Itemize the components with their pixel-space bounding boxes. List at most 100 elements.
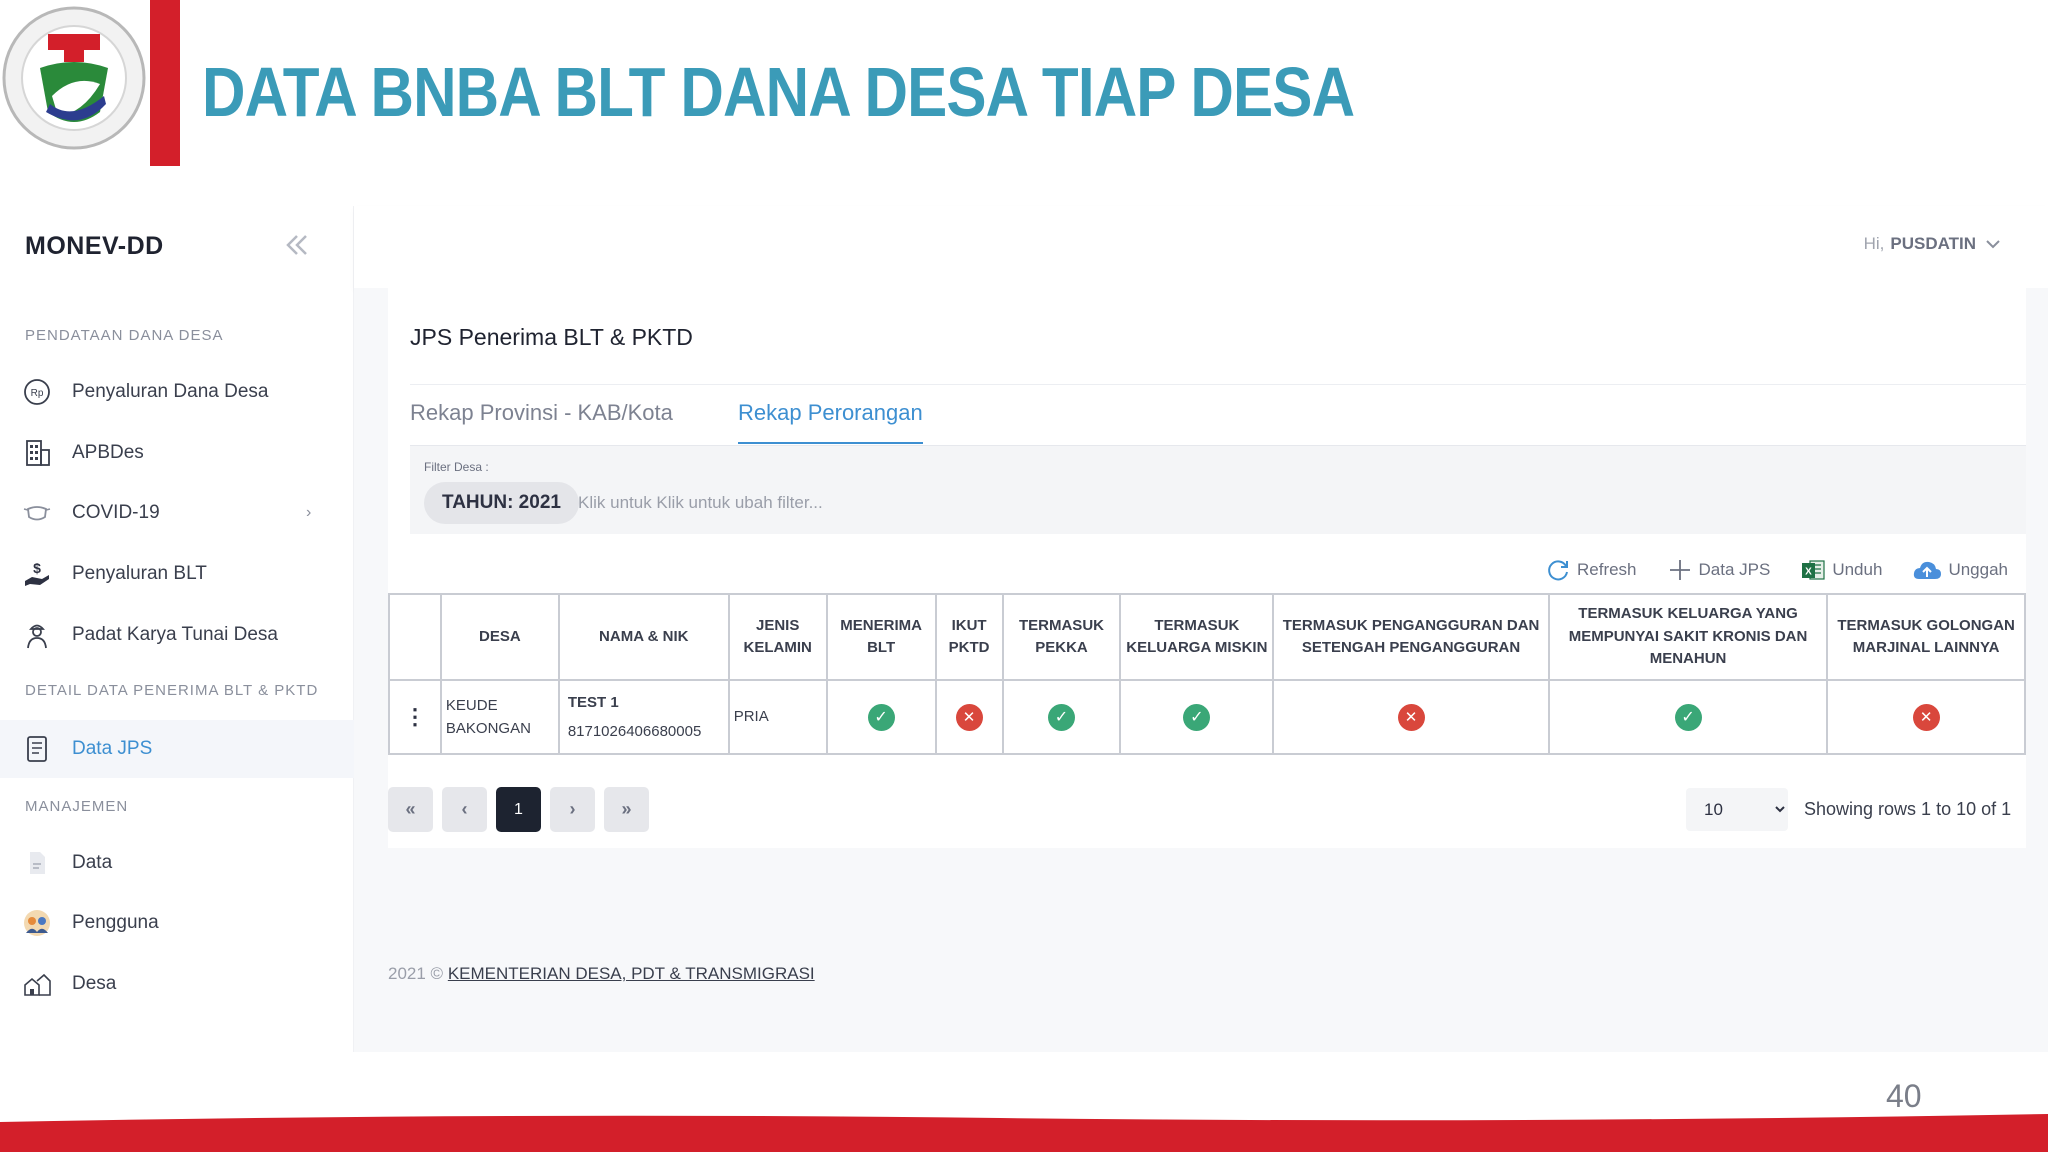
column-header-ikut-pktd[interactable]: IKUT PKTD — [934, 593, 1004, 681]
chevron-right-icon: › — [306, 504, 312, 521]
file-icon — [22, 848, 52, 878]
page-size-select[interactable]: 10 — [1686, 788, 1788, 831]
keluarga-miskin-cell: ✓ — [1119, 679, 1275, 755]
add-data-jps-label: Data JPS — [1698, 560, 1771, 579]
filter-label: Filter Desa : — [424, 460, 489, 474]
pagination: « ‹ 1 › » — [388, 787, 649, 832]
sidebar-item-padat-karya-tunai-desa[interactable]: Padat Karya Tunai Desa — [0, 606, 354, 664]
double-chevron-left-icon — [286, 235, 307, 255]
filter-chip-tahun[interactable]: TAHUN: 2021 — [424, 482, 579, 524]
mask-icon — [22, 498, 52, 528]
sidebar-item-label: Padat Karya Tunai Desa — [72, 624, 278, 645]
chevron-down-icon — [1986, 240, 2000, 249]
column-header-menerima-blt[interactable]: MENERIMA BLT — [825, 593, 937, 681]
sidebar-item-label: COVID-19 — [72, 502, 160, 523]
desa-line: BAKONGAN — [445, 720, 531, 737]
column-header-pengangguran[interactable]: TERMASUK PENGANGGURAN DAN SETENGAH PENGA… — [1272, 593, 1550, 681]
column-header-jenis-kelamin[interactable]: JENIS KELAMIN — [727, 593, 828, 681]
svg-text:$: $ — [33, 560, 41, 576]
rows-info: Showing rows 1 to 10 of 1 — [1804, 799, 2012, 819]
termasuk-pekka-cell: ✓ — [1001, 679, 1122, 755]
tab-rekap-perorangan[interactable]: Rekap Perorangan — [738, 400, 923, 444]
sidebar-item-data-jps[interactable]: Data JPS — [0, 720, 354, 778]
table-header-row: DESA NAMA & NIK JENIS KELAMIN MENERIMA B… — [388, 593, 2026, 681]
sidebar-item-label: Desa — [72, 973, 117, 994]
sidebar-item-pengguna[interactable]: Pengguna — [0, 894, 354, 952]
footer-year: 2021 © — [388, 964, 444, 983]
refresh-icon — [1548, 560, 1568, 581]
column-header-desa[interactable]: DESA — [439, 593, 560, 681]
refresh-button[interactable]: Refresh — [1545, 557, 1637, 583]
column-header-keluarga-miskin[interactable]: TERMASUK KELUARGA MISKIN — [1119, 593, 1275, 681]
column-header-golongan-marjinal[interactable]: TERMASUK GOLONGAN MARJINAL LAINNYA — [1826, 593, 2026, 681]
village-icon — [22, 969, 52, 999]
jps-table: DESA NAMA & NIK JENIS KELAMIN MENERIMA B… — [388, 593, 2026, 755]
download-label: Unduh — [1832, 560, 1883, 579]
tab-rekap-provinsi-kab-kota[interactable]: Rekap Provinsi - KAB/Kota — [410, 400, 673, 442]
nik-value: 8171026406680005 — [567, 723, 702, 740]
row-actions-cell[interactable]: ⋮ — [388, 679, 442, 755]
user-name: PUSDATIN — [1890, 234, 1976, 253]
nama-value: TEST 1 — [567, 693, 619, 711]
golongan-marjinal-cell: ✕ — [1826, 679, 2026, 755]
excel-icon: X — [1802, 560, 1825, 580]
download-excel-button[interactable]: X Unduh — [1800, 557, 1882, 583]
x-circle-icon: ✕ — [1912, 703, 1940, 731]
slide-title: DATA BNBA BLT DANA DESA TIAP DESA — [202, 53, 1355, 131]
table-toolbar: Refresh Data JPS X Unduh Unggah — [1515, 550, 2026, 590]
kebab-menu-icon[interactable]: ⋮ — [404, 704, 426, 729]
add-data-jps-button[interactable]: Data JPS — [1667, 557, 1771, 583]
svg-text:X: X — [1805, 567, 1812, 578]
sidebar: MONEV-DD PENDATAAN DANA DESA Rp Penyalur… — [0, 206, 354, 1052]
rupiah-coin-icon: Rp — [22, 377, 52, 407]
section-manajemen: MANAJEMEN — [25, 798, 129, 815]
filter-input[interactable] — [578, 482, 1478, 524]
sidebar-item-label: Penyaluran BLT — [72, 563, 207, 584]
sidebar-item-desa[interactable]: Desa — [0, 955, 354, 1013]
plus-icon — [1669, 560, 1690, 580]
filter-panel: Filter Desa : TAHUN: 2021 — [410, 446, 2026, 534]
upload-button[interactable]: Unggah — [1912, 557, 2008, 583]
check-circle-icon: ✓ — [867, 703, 895, 731]
sidebar-item-data[interactable]: Data — [0, 834, 354, 892]
refresh-label: Refresh — [1576, 560, 1637, 579]
check-circle-icon: ✓ — [1047, 703, 1075, 731]
column-header-nama-nik[interactable]: NAMA & NIK — [557, 593, 730, 681]
menerima-blt-cell: ✓ — [825, 679, 937, 755]
sidebar-item-apbdes[interactable]: APBDes — [0, 424, 354, 482]
column-header-termasuk-pekka[interactable]: TERMASUK PEKKA — [1001, 593, 1122, 681]
column-header-sakit-kronis[interactable]: TERMASUK KELUARGA YANG MEMPUNYAI SAKIT K… — [1547, 593, 1829, 681]
ikut-pktd-cell: ✕ — [934, 679, 1004, 755]
sakit-kronis-cell: ✓ — [1547, 679, 1829, 755]
sidebar-item-label: Data — [72, 852, 113, 873]
sidebar-item-label: APBDes — [72, 442, 144, 463]
app-brand: MONEV-DD — [25, 232, 164, 260]
worker-icon — [22, 620, 52, 650]
header-accent-bar — [150, 0, 180, 166]
footer-ministry-link[interactable]: KEMENTERIAN DESA, PDT & TRANSMIGRASI — [448, 964, 815, 983]
table-row[interactable]: ⋮ KEUDE BAKONGAN TEST 1 8171026406680005… — [388, 679, 2026, 755]
last-page-button[interactable]: » — [604, 787, 649, 832]
footer: 2021 © KEMENTERIAN DESA, PDT & TRANSMIGR… — [388, 964, 815, 984]
card-divider — [410, 384, 2026, 385]
jps-card: JPS Penerima BLT & PKTD Rekap Provinsi -… — [388, 288, 2026, 848]
page-1-button[interactable]: 1 — [496, 787, 541, 832]
users-icon — [22, 908, 52, 938]
column-header-actions — [388, 593, 442, 681]
first-page-button[interactable]: « — [388, 787, 433, 832]
sidebar-item-label: Pengguna — [72, 912, 159, 933]
sidebar-item-penyaluran-blt[interactable]: $ Penyaluran BLT — [0, 545, 354, 603]
next-page-button[interactable]: › — [550, 787, 595, 832]
sidebar-item-covid-19[interactable]: COVID-19 › — [0, 484, 354, 542]
collapse-sidebar-button[interactable] — [280, 228, 314, 262]
top-bar: Hi, PUSDATIN — [354, 206, 2048, 288]
bottom-red-band — [0, 1114, 2048, 1152]
section-detail-data-penerima: DETAIL DATA PENERIMA BLT & PKTD — [25, 682, 319, 699]
desa-line: KEUDE — [445, 696, 498, 714]
user-menu[interactable]: Hi, PUSDATIN — [1864, 233, 2004, 255]
jenis-kelamin-cell: PRIA — [727, 679, 828, 755]
sidebar-item-penyaluran-dana-desa[interactable]: Rp Penyaluran Dana Desa — [0, 363, 354, 421]
desa-cell: KEUDE BAKONGAN — [439, 679, 560, 755]
prev-page-button[interactable]: ‹ — [442, 787, 487, 832]
upload-label: Unggah — [1948, 560, 2008, 579]
